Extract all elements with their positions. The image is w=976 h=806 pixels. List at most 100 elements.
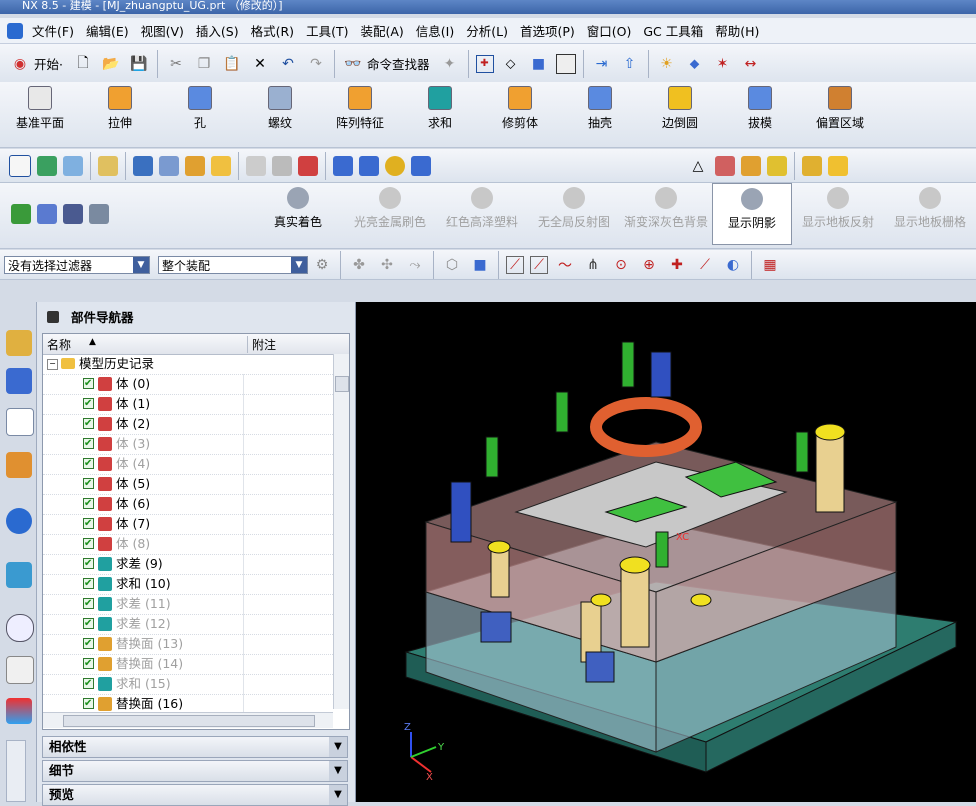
tree-row[interactable]: 求差 (12)	[43, 614, 333, 635]
filter-settings-icon[interactable]: ⚙	[311, 254, 333, 276]
save-icon[interactable]: 💾	[128, 53, 150, 75]
cross-icon[interactable]: ✚	[666, 254, 688, 276]
feature-button-10[interactable]: 偏置区域	[800, 82, 880, 144]
panel-preview[interactable]: 预览 ▼	[42, 784, 348, 806]
menu-format[interactable]: 格式(R)	[245, 21, 300, 40]
reuse-library-icon[interactable]	[6, 452, 32, 478]
axis-icon[interactable]	[89, 204, 109, 224]
roles-icon[interactable]	[6, 698, 32, 724]
panel-details[interactable]: 细节 ▼	[42, 760, 348, 782]
start-button[interactable]: 开始·	[34, 54, 63, 73]
curve-point-icon[interactable]: 〜	[554, 254, 576, 276]
blocks-2-icon[interactable]	[828, 155, 848, 176]
abc-icon[interactable]	[211, 155, 231, 176]
render-button-7[interactable]: 显示地板栅格	[884, 183, 976, 245]
feature-button-8[interactable]: 边倒圆	[640, 82, 720, 144]
tree-row[interactable]: 体 (4)	[43, 454, 333, 475]
fit-view-icon[interactable]: ✚	[475, 54, 494, 73]
column-name[interactable]: 名称	[47, 336, 71, 353]
orient-icon[interactable]: ⇥	[591, 53, 613, 75]
grid-add-icon[interactable]	[741, 155, 761, 176]
grid-icon[interactable]	[63, 204, 83, 224]
visibility-checkbox[interactable]	[83, 654, 94, 674]
part-navigator-icon[interactable]	[6, 408, 34, 436]
menu-edit[interactable]: 编辑(E)	[80, 21, 135, 40]
chevron-down-icon[interactable]: ▼	[133, 256, 149, 273]
start-icon[interactable]: ◉	[9, 53, 31, 75]
feature-button-7[interactable]: 抽壳	[560, 82, 640, 144]
shaded-cube-icon[interactable]: ■	[528, 53, 550, 75]
render-button-2[interactable]: 红色高泽塑料	[436, 183, 528, 245]
web-browser-icon[interactable]	[6, 562, 32, 588]
visibility-checkbox[interactable]	[83, 694, 94, 714]
feature-button-1[interactable]: 拉伸	[80, 82, 160, 144]
assembly-navigator-icon[interactable]	[6, 330, 32, 356]
resource-scrollbar[interactable]	[6, 740, 26, 802]
menu-info[interactable]: 信息(I)	[410, 21, 460, 40]
visibility-checkbox[interactable]	[83, 514, 94, 534]
chevron-down-icon[interactable]: ▼	[329, 737, 347, 757]
system-materials-icon[interactable]	[6, 656, 34, 684]
tree-row[interactable]: 求差 (11)	[43, 594, 333, 615]
layer-settings-icon[interactable]	[63, 155, 83, 176]
visibility-checkbox[interactable]	[83, 414, 94, 434]
constraint-navigator-icon[interactable]	[6, 368, 32, 394]
feature-button-9[interactable]: 拔模	[720, 82, 800, 144]
chevron-down-icon[interactable]: ▼	[329, 761, 347, 781]
visibility-checkbox[interactable]	[83, 474, 94, 494]
spring-icon[interactable]	[359, 155, 379, 176]
menu-tools[interactable]: 工具(T)	[300, 21, 354, 40]
menu-view[interactable]: 视图(V)	[135, 21, 190, 40]
paste-icon[interactable]: 📋	[221, 53, 243, 75]
panel-dependencies[interactable]: 相依性 ▼	[42, 736, 348, 758]
snap-point-icon[interactable]: ✤	[348, 254, 370, 276]
tree-row[interactable]: 替换面 (13)	[43, 634, 333, 655]
menu-gc-toolbox[interactable]: GC 工具箱	[637, 21, 709, 40]
menu-analysis[interactable]: 分析(L)	[460, 21, 514, 40]
visibility-checkbox[interactable]	[83, 574, 94, 594]
redo-icon[interactable]: ↷	[305, 53, 327, 75]
undo-icon[interactable]: ↶	[277, 53, 299, 75]
measure-icon[interactable]: ↔	[740, 53, 762, 75]
check-icon[interactable]	[11, 204, 31, 224]
visibility-checkbox[interactable]	[83, 434, 94, 454]
select-body-icon[interactable]: ⬡	[441, 254, 463, 276]
quadrant-icon[interactable]: ⊕	[638, 254, 660, 276]
tree-row[interactable]: 体 (3)	[43, 434, 333, 455]
feature-button-5[interactable]: 求和	[400, 82, 480, 144]
feature-button-4[interactable]: 阵列特征	[320, 82, 400, 144]
menu-help[interactable]: 帮助(H)	[709, 21, 765, 40]
render-button-3[interactable]: 无全局反射图	[528, 183, 620, 245]
graphics-viewport[interactable]: Z X Y XC	[356, 302, 976, 802]
nx-logo-icon[interactable]	[7, 22, 23, 39]
render-button-1[interactable]: 光亮金属刷色	[344, 183, 436, 245]
curve-icon[interactable]	[246, 155, 266, 176]
mold-model[interactable]: Z X Y XC	[356, 302, 976, 802]
visibility-checkbox[interactable]	[83, 374, 94, 394]
command-finder-button[interactable]: 命令查找器	[367, 54, 430, 73]
rotate-view-icon[interactable]: ⬦	[500, 53, 522, 75]
horizontal-scrollbar[interactable]	[43, 712, 333, 728]
tree-row[interactable]: 体 (1)	[43, 394, 333, 415]
tree-row[interactable]: 求和 (10)	[43, 574, 333, 595]
h-scroll-thumb[interactable]	[63, 715, 315, 727]
pin-icon[interactable]	[47, 311, 59, 323]
tree-row[interactable]: 体 (6)	[43, 494, 333, 515]
visibility-checkbox[interactable]	[83, 634, 94, 654]
feature-button-3[interactable]: 螺纹	[240, 82, 320, 144]
tree-row[interactable]: 替换面 (14)	[43, 654, 333, 675]
center-icon[interactable]: ⊙	[610, 254, 632, 276]
grid-snap-icon[interactable]: ▦	[759, 254, 781, 276]
chevron-down-icon[interactable]: ▼	[291, 256, 307, 273]
navigator-tree[interactable]: 名称 ▲ 附注 − 模型历史记录 体 (0) 体 (1) 体 (2) 体 (3) 体 (…	[42, 333, 350, 730]
menu-assembly[interactable]: 装配(A)	[354, 21, 409, 40]
assembly-icon[interactable]	[9, 154, 31, 177]
feature-button-2[interactable]: 孔	[160, 82, 240, 144]
vertical-scrollbar[interactable]	[333, 354, 349, 709]
visibility-checkbox[interactable]	[83, 554, 94, 574]
group-icon[interactable]	[767, 155, 787, 176]
dimension-icon[interactable]	[298, 155, 318, 176]
snap-curve-icon[interactable]: ✣	[376, 254, 398, 276]
tree-row[interactable]: 求差 (9)	[43, 554, 333, 575]
visibility-checkbox[interactable]	[83, 394, 94, 414]
